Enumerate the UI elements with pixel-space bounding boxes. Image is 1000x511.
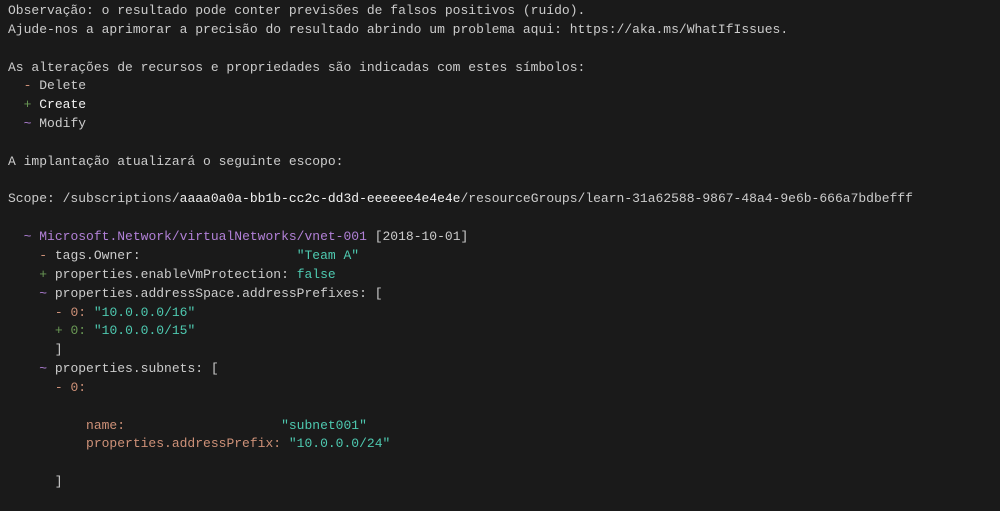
tags-owner-value: "Team A" [297, 248, 359, 263]
scope-suffix: /resourceGroups/learn-31a62588-9867-48a4… [461, 191, 913, 206]
subnet-name-value: "subnet001" [281, 418, 367, 433]
addr-old-index: 0: [70, 305, 86, 320]
modify-symbol: ~ [39, 361, 47, 376]
delete-symbol: - [55, 305, 63, 320]
create-symbol: + [24, 97, 32, 112]
delete-symbol: - [24, 78, 32, 93]
enable-vm-value: false [297, 267, 336, 282]
modify-symbol: ~ [39, 286, 47, 301]
delete-symbol: - [55, 380, 63, 395]
scope-label: Scope: [8, 191, 63, 206]
addr-old-value: "10.0.0.0/16" [94, 305, 195, 320]
tags-owner-key: tags.Owner: [55, 248, 141, 263]
scope-intro: A implantação atualizará o seguinte esco… [8, 154, 343, 169]
subnet-index: 0: [70, 380, 86, 395]
subnet-prefix-value: "10.0.0.0/24" [289, 436, 390, 451]
addr-prefixes-key: properties.addressSpace.addressPrefixes: [55, 286, 367, 301]
enable-vm-key: properties.enableVmProtection: [55, 267, 289, 282]
addr-new-index: 0: [70, 323, 86, 338]
create-symbol: + [55, 323, 63, 338]
api-version: [2018-10-01] [375, 229, 469, 244]
delete-symbol: - [39, 248, 47, 263]
terminal-output: Observação: o resultado pode conter prev… [0, 0, 1000, 511]
modify-label: Modify [39, 116, 86, 131]
help-line: Ajude-nos a aprimorar a precisão do resu… [8, 22, 788, 37]
create-symbol: + [39, 267, 47, 282]
delete-label: Delete [39, 78, 86, 93]
note-line: Observação: o resultado pode conter prev… [8, 3, 585, 18]
scope-subscription-id: aaaa0a0a-bb1b-cc2c-dd3d-eeeeee4e4e4e [180, 191, 461, 206]
legend-intro: As alterações de recursos e propriedades… [8, 60, 585, 75]
addr-new-value: "10.0.0.0/15" [94, 323, 195, 338]
subnet-prefix-key: properties.addressPrefix: [86, 436, 281, 451]
modify-symbol: ~ [24, 229, 32, 244]
subnet-name-key: name: [86, 418, 125, 433]
scope-prefix: /subscriptions/ [63, 191, 180, 206]
resource-type: Microsoft.Network/virtualNetworks/vnet-0… [39, 229, 367, 244]
modify-symbol: ~ [24, 116, 32, 131]
subnets-key: properties.subnets: [55, 361, 203, 376]
create-label: Create [39, 97, 86, 112]
